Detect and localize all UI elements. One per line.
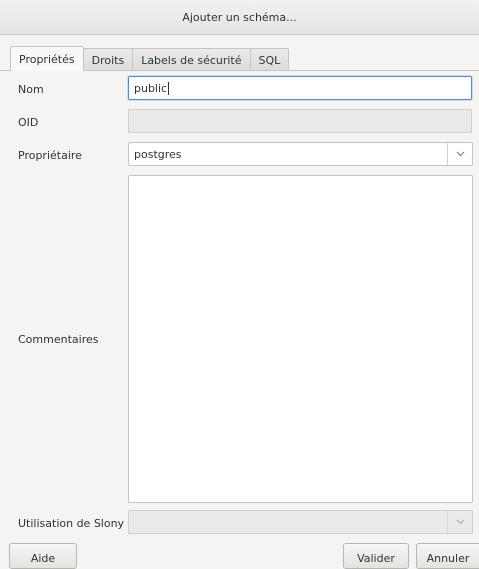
chevron-down-icon[interactable] (447, 143, 472, 165)
owner-label: Propriétaire (18, 149, 82, 162)
text-cursor (168, 81, 170, 95)
name-input[interactable]: public (128, 76, 472, 100)
tab-privileges-label: Droits (91, 53, 125, 67)
cancel-button-label: Annuler (426, 552, 470, 565)
tab-security-labels[interactable]: Labels de sécurité (132, 48, 251, 71)
tab-properties[interactable]: Propriétés (10, 46, 84, 71)
tab-sql[interactable]: SQL (249, 48, 290, 71)
slony-combobox[interactable] (128, 510, 473, 534)
owner-combobox-value: postgres (134, 147, 182, 161)
comments-label: Commentaires (18, 333, 99, 346)
tab-properties-label: Propriétés (19, 52, 75, 66)
cancel-button[interactable]: Annuler (416, 543, 479, 569)
ok-button[interactable]: Valider (343, 543, 409, 569)
name-label: Nom (18, 83, 44, 96)
oid-label: OID (18, 116, 39, 129)
name-input-value: public (134, 81, 168, 95)
slony-label: Utilisation de Slony (18, 517, 125, 530)
tab-privileges[interactable]: Droits (82, 48, 134, 71)
comments-textarea[interactable] (128, 175, 473, 503)
help-button-label: Aide (30, 552, 56, 565)
chevron-down-icon[interactable] (447, 511, 472, 533)
tab-security-labels-label: Labels de sécurité (141, 53, 242, 67)
tab-sql-label: SQL (258, 53, 281, 67)
ok-button-label: Valider (357, 552, 395, 565)
window-title: Ajouter un schéma... (182, 10, 297, 24)
tab-bar: Propriétés Droits Labels de sécurité SQL (10, 46, 290, 71)
oid-input[interactable] (128, 109, 472, 133)
window-titlebar: Ajouter un schéma... (0, 0, 479, 35)
help-button[interactable]: Aide (9, 543, 77, 569)
owner-combobox[interactable]: postgres (128, 142, 473, 166)
